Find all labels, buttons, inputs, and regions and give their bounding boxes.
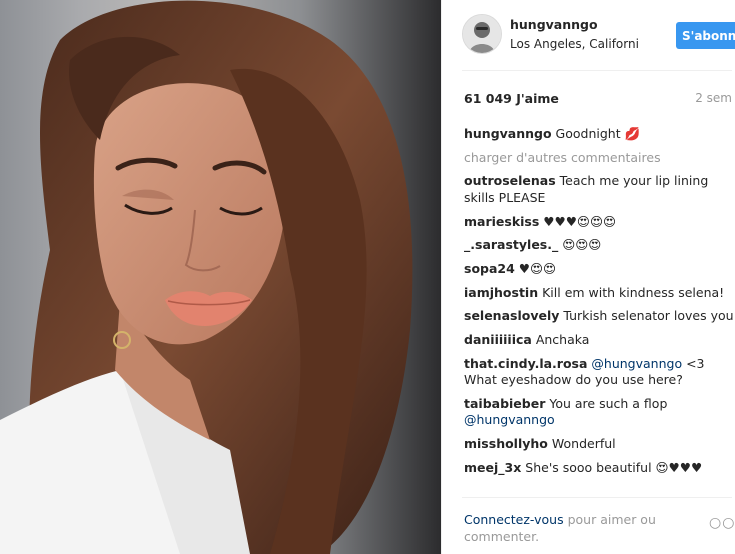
post-footer: Connectez-vous pour aimer ou commenter. … (464, 512, 735, 545)
comment-username[interactable]: _.sarastyles._ (464, 237, 558, 252)
footer-divider (462, 497, 732, 498)
avatar[interactable] (462, 14, 502, 54)
comment-text: Wonderful (551, 436, 616, 452)
comment-username[interactable]: misshollyho (464, 436, 548, 451)
comment-item: iamjhostin Kill em with kindness selena! (464, 285, 734, 302)
follow-button[interactable]: S'abonner (676, 22, 735, 49)
login-link[interactable]: Connectez-vous (464, 512, 564, 527)
load-more-comments[interactable]: charger d'autres commentaires (464, 150, 734, 167)
comment-username[interactable]: iamjhostin (464, 285, 538, 300)
comment-username[interactable]: selenaslovely (464, 308, 559, 323)
comment-item: selenaslovely Turkish selenator loves yo… (464, 308, 734, 325)
comment-text: Turkish selenator loves you (563, 308, 734, 324)
comment-username[interactable]: outroselenas (464, 173, 556, 188)
caption: hungvanngo Goodnight 💋 (464, 126, 734, 143)
comment-item: marieskiss ♥♥♥😍😍😍 (464, 214, 734, 231)
comment-item: daniiiiiica Anchaka (464, 332, 734, 349)
location-link[interactable]: Los Angeles, California (510, 37, 638, 51)
header-divider (462, 70, 732, 71)
comment-item: that.cindy.la.rosa @hungvanngo <3 What e… (464, 356, 734, 389)
comment-text: ♥♥♥😍😍😍 (543, 213, 617, 229)
comment-mention[interactable]: @hungvanngo (464, 412, 555, 427)
user-avatar-icon (463, 15, 501, 53)
comment-item: meej_3x She's sooo beautiful 😍♥♥♥ (464, 460, 734, 477)
comment-username[interactable]: daniiiiiica (464, 332, 532, 347)
post-header: hungvanngo Los Angeles, California S'abo… (462, 14, 735, 54)
comment-text: ♥😍😍 (518, 260, 557, 276)
caption-text: Goodnight 💋 (555, 126, 641, 141)
ellipsis-icon[interactable]: ○○○ (709, 515, 735, 531)
instagram-post: hungvanngo Los Angeles, California S'abo… (0, 0, 735, 554)
comment-username[interactable]: marieskiss (464, 214, 539, 229)
post-photo[interactable] (0, 0, 441, 554)
comment-item: outroselenas Teach me your lip lining sk… (464, 173, 734, 206)
caption-username[interactable]: hungvanngo (464, 126, 552, 141)
comment-text: You are such a flop (549, 395, 668, 411)
comment-username[interactable]: taibabieber (464, 396, 545, 411)
login-prompt: Connectez-vous pour aimer ou commenter. (464, 512, 679, 545)
comment-username[interactable]: that.cindy.la.rosa (464, 356, 587, 371)
comment-text: 😍😍😍 (562, 237, 602, 253)
comment-username[interactable]: meej_3x (464, 460, 521, 475)
comments-list: hungvanngo Goodnight 💋 charger d'autres … (464, 126, 734, 492)
comment-text: Anchaka (535, 332, 590, 347)
comment-item: taibabieber You are such a flop @hungvan… (464, 396, 734, 429)
comment-item: _.sarastyles._ 😍😍😍 (464, 237, 734, 254)
header-username[interactable]: hungvanngo (510, 17, 598, 32)
comment-text: She's sooo beautiful 😍♥♥♥ (525, 459, 703, 475)
comment-mention[interactable]: @hungvanngo (591, 356, 682, 371)
post-time[interactable]: 2 sem (695, 91, 732, 105)
likes-count[interactable]: 61 049 J'aime (464, 91, 559, 106)
comment-text: Kill em with kindness selena! (542, 284, 725, 300)
comment-username[interactable]: sopa24 (464, 261, 515, 276)
portrait-photo-icon (0, 0, 413, 554)
likes-row: 61 049 J'aime 2 sem (464, 91, 732, 109)
comment-item: sopa24 ♥😍😍 (464, 261, 734, 278)
comment-item: misshollyho Wonderful (464, 436, 734, 453)
post-side-panel: hungvanngo Los Angeles, California S'abo… (441, 0, 735, 554)
